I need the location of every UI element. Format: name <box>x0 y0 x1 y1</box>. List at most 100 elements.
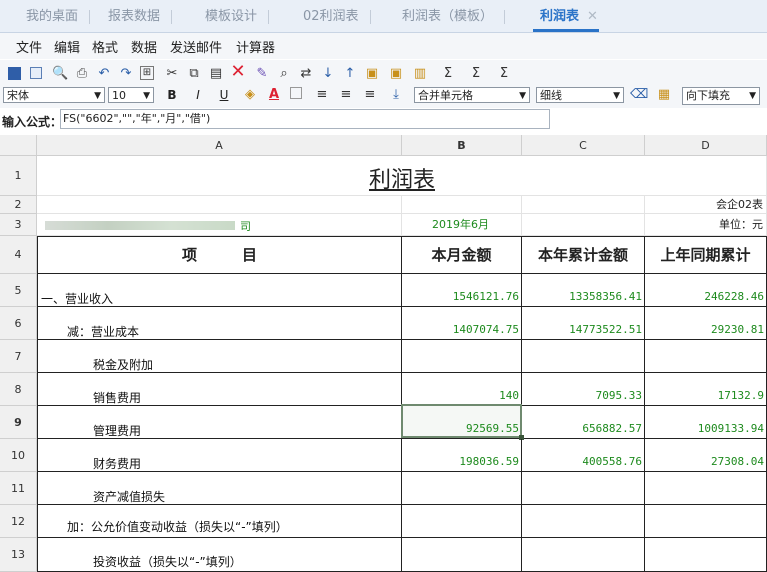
row-header[interactable]: 1 <box>0 156 37 196</box>
row-header[interactable]: 12 <box>0 505 37 538</box>
find-icon[interactable]: ⌕ <box>276 66 292 82</box>
bold-button[interactable]: B <box>164 87 180 103</box>
line-item-month[interactable]: 140 <box>402 373 522 406</box>
menu-file[interactable]: 文件 <box>16 37 42 56</box>
underline-button[interactable]: U <box>216 87 232 103</box>
tab-02-profit[interactable]: 02利润表 <box>303 7 371 27</box>
line-item-month[interactable] <box>402 472 522 505</box>
form-code-cell[interactable]: 会企02表 <box>645 196 767 214</box>
sum-row-icon[interactable]: Σ <box>468 66 484 82</box>
line-item-prior[interactable] <box>645 538 767 572</box>
clipboard-icon[interactable]: ▣ <box>364 66 380 82</box>
line-item-ytd[interactable]: 656882.57 <box>522 406 645 439</box>
row-header[interactable]: 10 <box>0 439 37 472</box>
menu-send-mail[interactable]: 发送邮件 <box>170 37 222 56</box>
merge-cells-select[interactable]: 合并单元格 ▼ <box>414 87 530 103</box>
font-name-select[interactable]: 宋体 ▼ <box>3 87 105 103</box>
menu-data[interactable]: 数据 <box>131 37 157 56</box>
align-right-icon[interactable]: ≡ <box>362 87 378 103</box>
column-header-d[interactable]: D <box>645 135 767 156</box>
title-cell[interactable]: 利润表 <box>37 156 767 196</box>
sort-desc-icon[interactable]: ↑ <box>342 66 358 82</box>
line-item-prior[interactable] <box>645 472 767 505</box>
row-header[interactable]: 13 <box>0 538 37 572</box>
column-header-c[interactable]: C <box>522 135 645 156</box>
wrap-text-icon[interactable]: ⤓ <box>388 87 404 103</box>
tab-report-data[interactable]: 报表数据 <box>108 7 173 27</box>
image-icon[interactable]: ▦ <box>656 87 672 103</box>
document-icon[interactable]: ▥ <box>412 66 428 82</box>
table-icon[interactable]: ⊞ <box>140 66 154 80</box>
grid-cell[interactable] <box>402 196 522 214</box>
corner-header[interactable] <box>0 135 37 156</box>
grid-cell[interactable] <box>37 196 402 214</box>
sort-asc-icon[interactable]: ↓ <box>320 66 336 82</box>
header-item[interactable]: 项 目 <box>37 236 402 274</box>
cut-icon[interactable]: ✂ <box>164 66 180 82</box>
format-brush-icon[interactable]: ✎ <box>254 66 270 82</box>
line-item-prior[interactable]: 27308.04 <box>645 439 767 472</box>
line-item-month[interactable] <box>402 340 522 373</box>
line-item-label[interactable]: 一、营业收入 <box>37 274 402 307</box>
save-icon[interactable] <box>8 67 21 80</box>
replace-icon[interactable]: ⇄ <box>298 66 314 82</box>
line-item-label[interactable]: 资产减值损失 <box>37 472 402 505</box>
column-header-b[interactable]: B <box>402 135 522 156</box>
row-header[interactable]: 3 <box>0 214 37 236</box>
border-icon[interactable] <box>290 87 302 99</box>
line-item-prior[interactable] <box>645 340 767 373</box>
line-item-ytd[interactable]: 7095.33 <box>522 373 645 406</box>
grid-cell[interactable] <box>522 214 645 236</box>
align-center-icon[interactable]: ≡ <box>338 87 354 103</box>
font-size-select[interactable]: 10 ▼ <box>108 87 154 103</box>
line-item-ytd[interactable] <box>522 538 645 572</box>
row-header[interactable]: 6 <box>0 307 37 340</box>
line-item-label[interactable]: 销售费用 <box>37 373 402 406</box>
line-item-label[interactable]: 减：营业成本 <box>37 307 402 340</box>
copy-icon[interactable]: ⧉ <box>186 66 202 82</box>
line-item-month[interactable] <box>402 538 522 572</box>
line-item-month[interactable]: 1546121.76 <box>402 274 522 307</box>
row-header[interactable]: 8 <box>0 373 37 406</box>
header-prior-year[interactable]: 上年同期累计 <box>645 236 767 274</box>
line-item-prior[interactable]: 1009133.94 <box>645 406 767 439</box>
menu-edit[interactable]: 编辑 <box>54 37 80 56</box>
close-icon[interactable]: ✕ <box>587 9 598 24</box>
print-preview-icon[interactable]: 🔍 <box>52 66 68 82</box>
delete-icon[interactable]: ✕ <box>230 63 246 81</box>
paste-icon[interactable]: ▤ <box>208 66 224 82</box>
font-color-icon[interactable]: A <box>266 87 282 103</box>
clipboard-paste-icon[interactable]: ▣ <box>388 66 404 82</box>
line-item-prior[interactable]: 29230.81 <box>645 307 767 340</box>
print-icon[interactable]: ⎙ <box>74 66 90 82</box>
line-item-ytd[interactable]: 13358356.41 <box>522 274 645 307</box>
menu-format[interactable]: 格式 <box>92 37 118 56</box>
line-item-label[interactable]: 财务费用 <box>37 439 402 472</box>
sum-icon[interactable]: Σ <box>440 66 456 82</box>
row-header[interactable]: 7 <box>0 340 37 373</box>
line-item-month[interactable]: 1407074.75 <box>402 307 522 340</box>
line-item-ytd[interactable]: 400558.76 <box>522 439 645 472</box>
align-left-icon[interactable]: ≡ <box>314 87 330 103</box>
column-header-a[interactable]: A <box>37 135 402 156</box>
line-item-label[interactable]: 管理费用 <box>37 406 402 439</box>
line-item-prior[interactable] <box>645 505 767 538</box>
line-item-ytd[interactable] <box>522 505 645 538</box>
row-header[interactable]: 11 <box>0 472 37 505</box>
line-item-prior[interactable]: 246228.46 <box>645 274 767 307</box>
tab-template-design[interactable]: 模板设计 <box>205 7 270 27</box>
border-style-select[interactable]: 细线 ▼ <box>536 87 624 103</box>
line-item-label[interactable]: 税金及附加 <box>37 340 402 373</box>
row-header[interactable]: 2 <box>0 196 37 214</box>
row-header[interactable]: 9 <box>0 406 37 439</box>
grid-cell[interactable] <box>522 196 645 214</box>
row-header[interactable]: 5 <box>0 274 37 307</box>
save-as-icon[interactable] <box>30 67 42 79</box>
eraser-icon[interactable]: ⌫ <box>630 87 648 103</box>
line-item-ytd[interactable] <box>522 340 645 373</box>
line-item-ytd[interactable] <box>522 472 645 505</box>
line-item-ytd[interactable]: 14773522.51 <box>522 307 645 340</box>
line-item-label[interactable]: 加：公允价值变动收益（损失以“-”填列） <box>37 505 402 538</box>
tab-my-desktop[interactable]: 我的桌面 <box>26 7 91 27</box>
undo-icon[interactable]: ↶ <box>96 66 112 82</box>
